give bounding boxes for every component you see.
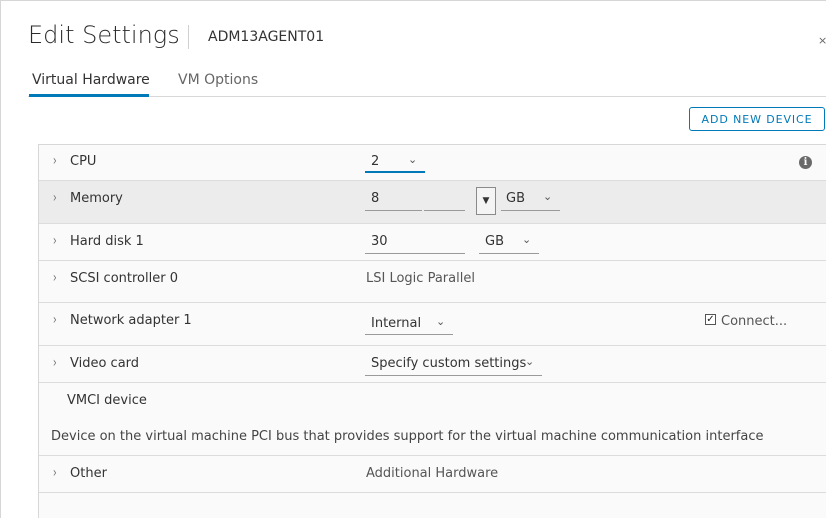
other-value: Additional Hardware	[366, 466, 499, 481]
hard-disk-unit-select[interactable]: GB	[485, 234, 504, 249]
other-expand-chevron-icon[interactable]: ›	[53, 465, 57, 481]
memory-row	[39, 181, 826, 224]
connect-checkbox[interactable]: ✓	[705, 314, 716, 325]
video-expand-chevron-icon[interactable]: ›	[53, 355, 57, 371]
hard-disk-input-underline	[365, 253, 465, 254]
memory-expand-chevron-icon[interactable]: ›	[53, 190, 57, 206]
caret-down-icon: ▼	[482, 196, 490, 206]
vmci-label: VMCI device	[67, 393, 147, 408]
hard-disk-unit-chevron-icon[interactable]: ⌄	[522, 233, 531, 246]
network-dropdown-chevron-icon[interactable]: ⌄	[436, 315, 445, 328]
memory-dropdown-button[interactable]: ▼	[476, 187, 496, 215]
cpu-select-underline	[365, 171, 425, 173]
memory-unit-chevron-icon[interactable]: ⌄	[543, 190, 552, 203]
hard-disk-unit-underline	[479, 253, 539, 254]
memory-combo-underline	[424, 210, 465, 211]
cpu-row	[39, 145, 826, 181]
video-card-label: Video card	[70, 356, 140, 371]
vmci-description: Device on the virtual machine PCI bus th…	[51, 429, 764, 444]
cpu-select-value[interactable]: 2	[371, 154, 379, 169]
video-select-underline	[365, 375, 542, 376]
vmci-row	[39, 383, 826, 456]
dialog-top-border	[0, 0, 826, 1]
memory-input[interactable]: 8	[371, 191, 379, 206]
memory-label: Memory	[70, 191, 123, 206]
tab-vm-options[interactable]: VM Options	[178, 72, 258, 88]
video-dropdown-chevron-icon[interactable]: ⌄	[525, 355, 534, 368]
other-label: Other	[70, 466, 107, 481]
add-new-device-button[interactable]: ADD NEW DEVICE	[689, 107, 825, 131]
scsi-value: LSI Logic Parallel	[366, 271, 475, 286]
video-card-select-value[interactable]: Specify custom settings	[371, 356, 526, 371]
cpu-dropdown-chevron-icon[interactable]: ⌄	[408, 153, 417, 166]
hard-disk-row	[39, 224, 826, 261]
info-icon[interactable]: i	[799, 156, 812, 169]
scsi-label: SCSI controller 0	[70, 271, 178, 286]
network-select-underline	[365, 334, 453, 335]
active-tab-indicator	[29, 94, 149, 97]
tab-virtual-hardware[interactable]: Virtual Hardware	[32, 72, 150, 88]
hard-disk-label: Hard disk 1	[70, 234, 144, 249]
dialog-title: Edit Settings	[28, 21, 180, 49]
network-select-value[interactable]: Internal	[371, 316, 421, 331]
title-divider	[188, 25, 189, 49]
network-expand-chevron-icon[interactable]: ›	[53, 312, 57, 328]
cpu-label: CPU	[70, 154, 97, 169]
close-icon[interactable]: ×	[818, 34, 826, 47]
memory-input-underline	[365, 210, 422, 211]
memory-unit-select[interactable]: GB	[506, 191, 525, 206]
vm-name: ADM13AGENT01	[208, 29, 325, 45]
hard-disk-expand-chevron-icon[interactable]: ›	[53, 233, 57, 249]
scsi-expand-chevron-icon[interactable]: ›	[53, 270, 57, 286]
hard-disk-size-input[interactable]: 30	[371, 234, 388, 249]
cpu-expand-chevron-icon[interactable]: ›	[53, 153, 57, 169]
dialog-left-border	[0, 0, 1, 518]
network-label: Network adapter 1	[70, 313, 192, 328]
connect-label[interactable]: Connect...	[721, 314, 787, 329]
memory-unit-underline	[501, 210, 560, 211]
